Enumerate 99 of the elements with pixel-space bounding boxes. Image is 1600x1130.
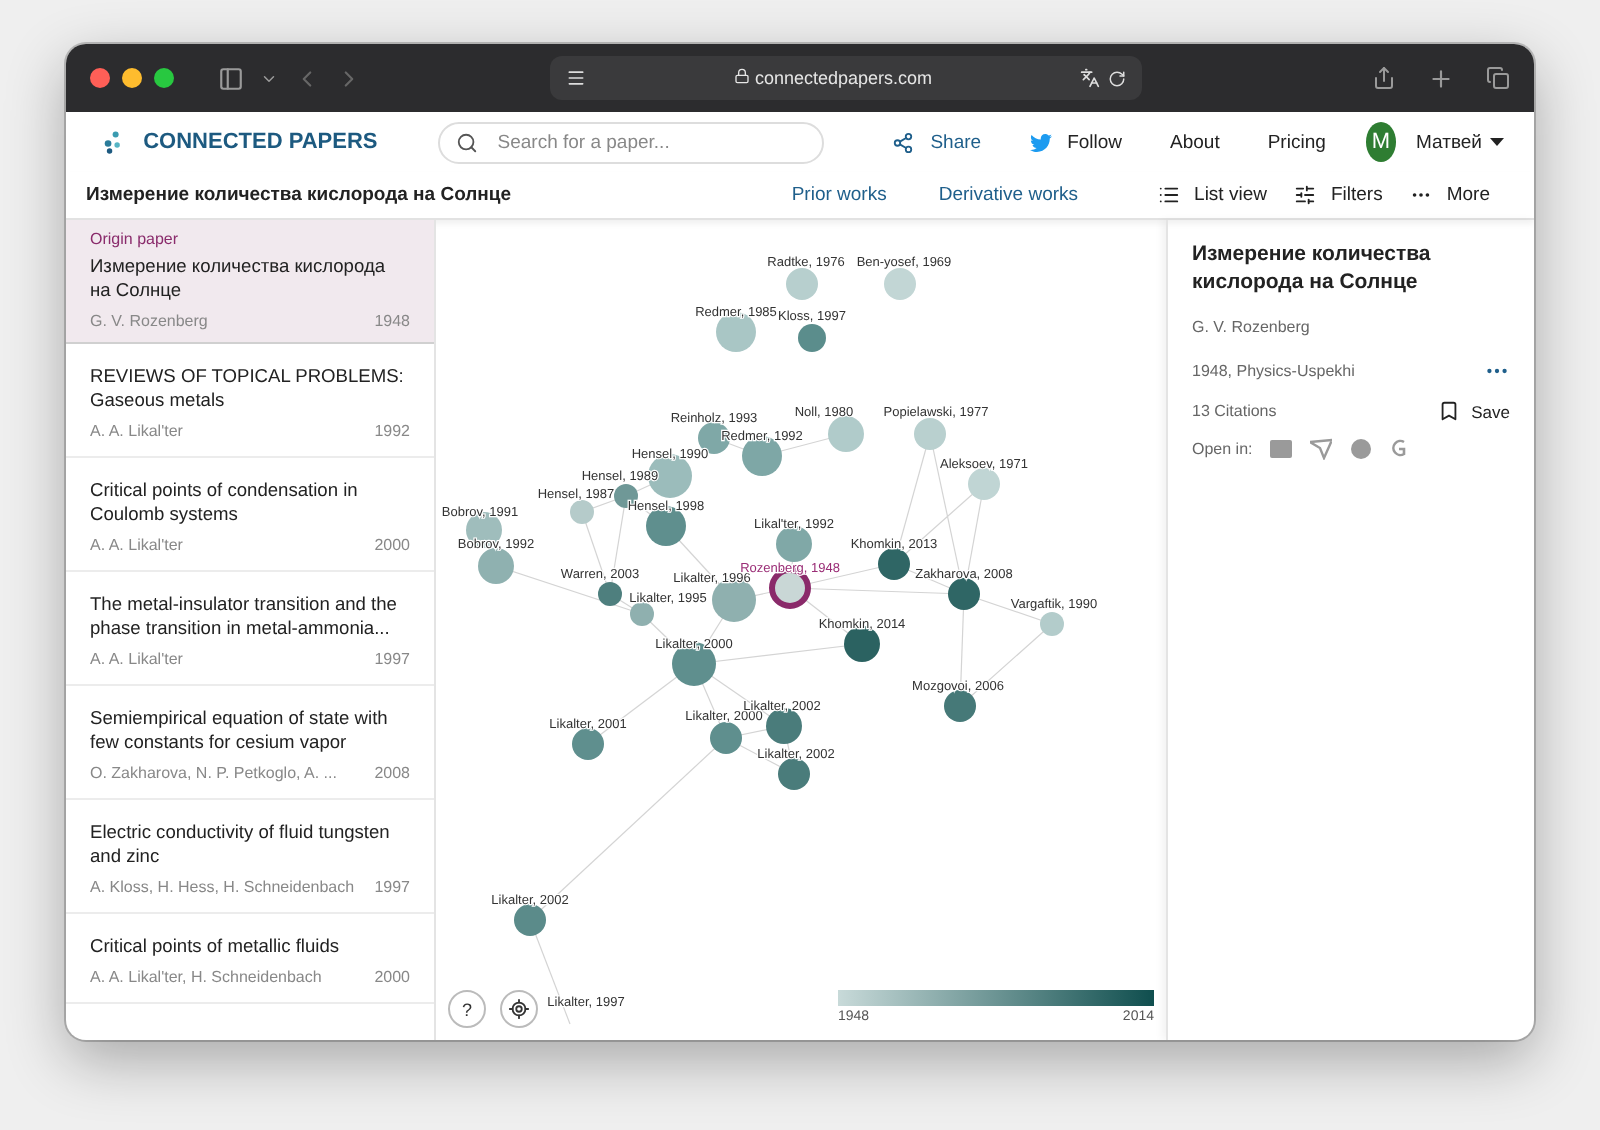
address-bar[interactable]: connectedpapers.com <box>550 56 1142 100</box>
paper-node[interactable] <box>1040 612 1064 636</box>
nav-link[interactable]: Pricing <box>1267 131 1326 153</box>
paper-list-item[interactable]: Semiempirical equation of state with few constants for cesium vapor O. Zakharova, N. P. Petkoglo, A. ... 2008 <box>66 686 434 800</box>
graph-tab[interactable]: Derivative works <box>938 184 1079 206</box>
paper-node[interactable] <box>778 758 810 790</box>
paper-year: 2000 <box>374 968 410 986</box>
paper-authors: A. A. Likal'ter <box>90 536 183 554</box>
paper-node[interactable] <box>944 690 976 722</box>
toolbar-button[interactable]: Filters <box>1294 184 1383 206</box>
bird-icon <box>1029 131 1052 153</box>
paper-item-title: REVIEWS OF TOPICAL PROBLEMS: Gaseous metals <box>90 364 406 412</box>
toolbar-button[interactable]: List view <box>1158 184 1267 206</box>
paper-list-item[interactable]: Critical points of metallic fluids A. A. Likal'ter, H. Schneidenbach 2000 <box>66 914 434 1004</box>
paper-item-title: Critical points of condensation in Coulomb systems <box>90 478 360 526</box>
search-icon <box>455 131 478 153</box>
close-button[interactable] <box>90 68 110 88</box>
paper-year: 1992 <box>374 422 410 440</box>
paper-year: 2000 <box>374 536 410 554</box>
paper-node[interactable] <box>570 500 594 524</box>
paper-list-item[interactable]: Critical points of condensation in Coulomb systems A. A. Likal'ter 2000 <box>66 458 434 572</box>
disc-icon[interactable] <box>1350 438 1373 460</box>
paper-node[interactable] <box>514 904 546 936</box>
logo-icon <box>102 126 124 158</box>
user-avatar[interactable]: M <box>1365 122 1397 162</box>
paper-authors: A. A. Likal'ter <box>90 650 183 668</box>
user-menu[interactable]: Матвей <box>1416 131 1506 153</box>
paper-authors: A. A. Likal'ter, H. Schneidenbach <box>90 968 322 986</box>
paper-node[interactable] <box>914 418 946 450</box>
share-icon[interactable] <box>1372 66 1396 90</box>
paper-node[interactable] <box>786 268 818 300</box>
lock-icon <box>733 68 750 84</box>
origin-tag: Origin paper <box>90 230 410 248</box>
paper-authors: A. A. Likal'ter <box>90 422 183 440</box>
bookmark-icon <box>1437 400 1460 422</box>
recenter-button[interactable] <box>500 990 538 1028</box>
paper-node[interactable] <box>478 548 514 584</box>
paper-list-item[interactable]: Origin paper Измерение количества кислорода на Солнце G. V. Rozenberg 1948 <box>66 220 434 344</box>
paper-item-title: Semiempirical equation of state with few constants for cesium vapor <box>90 706 390 754</box>
wing-icon[interactable] <box>1310 438 1333 460</box>
paper-item-title: Critical points of metallic fluids <box>90 934 342 958</box>
paper-node[interactable] <box>844 626 880 662</box>
paper-authors: A. Kloss, H. Hess, H. Schneidenbach <box>90 878 355 896</box>
paper-node[interactable] <box>630 602 654 626</box>
url-text: connectedpapers.com <box>754 68 933 88</box>
paper-year: 1997 <box>374 878 410 896</box>
reload-icon[interactable] <box>1108 69 1126 87</box>
caret-icon <box>1488 136 1506 148</box>
paper-node[interactable] <box>884 268 916 300</box>
paper-item-title: Electric conductivity of fluid tungsten and zinc <box>90 820 392 868</box>
nav-link[interactable]: Share <box>892 131 982 153</box>
new-tab-icon[interactable] <box>1428 65 1454 91</box>
detail-meta: 1948, Physics-Uspekhi <box>1192 362 1355 380</box>
help-button[interactable]: ? <box>448 990 486 1028</box>
sidebar-icon[interactable] <box>218 65 244 91</box>
paper-list-item[interactable]: Electric conductivity of fluid tungsten and zinc A. Kloss, H. Hess, H. Schneidenbach 1997 <box>66 800 434 914</box>
page-menu-icon[interactable] <box>566 68 586 88</box>
paper-node[interactable] <box>968 468 1000 500</box>
graph-tab[interactable]: Prior works <box>791 184 887 206</box>
minimize-button[interactable] <box>122 68 142 88</box>
document-icon[interactable] <box>1270 438 1293 460</box>
paper-node[interactable] <box>828 416 864 452</box>
save-button[interactable]: Save <box>1437 400 1510 422</box>
nav-link[interactable]: Follow <box>1029 131 1123 153</box>
paper-list-item[interactable]: The metal-insulator transition and the phase transition in metal-ammonia... A. A. Likal'ter 1997 <box>66 572 434 686</box>
paper-item-title: Измерение количества кислорода на Солнце <box>90 254 388 302</box>
paper-node[interactable] <box>776 526 812 562</box>
paper-authors: G. V. Rozenberg <box>90 312 208 330</box>
paper-item-title: The metal-insulator transition and the phase transition in metal-ammonia... <box>90 592 399 640</box>
search-field[interactable]: Search for a paper... <box>437 121 825 163</box>
paper-year: 2008 <box>374 764 410 782</box>
locate-icon <box>508 998 530 1020</box>
zoom-button[interactable] <box>154 68 174 88</box>
paper-node[interactable] <box>878 548 910 580</box>
paper-node[interactable] <box>598 582 622 606</box>
paper-node[interactable] <box>948 578 980 610</box>
translate-icon[interactable] <box>1080 68 1100 88</box>
detail-title: Измерение количества кислорода на Солнце <box>1192 240 1433 296</box>
paper-node[interactable] <box>710 722 742 754</box>
tabs-icon[interactable] <box>1486 66 1510 90</box>
paper-year: 1948 <box>374 312 410 330</box>
paper-year: 1997 <box>374 650 410 668</box>
detail-authors: G. V. Rozenberg <box>1192 318 1310 336</box>
share-icon <box>892 131 915 153</box>
paper-node[interactable] <box>766 708 802 744</box>
nav-link[interactable]: About <box>1170 131 1220 153</box>
paper-list-item[interactable]: REVIEWS OF TOPICAL PROBLEMS: Gaseous metals A. A. Likal'ter 1992 <box>66 344 434 458</box>
filters-icon <box>1294 184 1317 206</box>
paper-node[interactable] <box>798 324 826 352</box>
citation-count: 13 Citations <box>1192 402 1277 420</box>
hook-icon[interactable] <box>1390 438 1409 460</box>
search-input[interactable]: Search for a paper... <box>493 129 807 155</box>
paper-title: Измерение количества кислорода на Солнце <box>86 184 514 206</box>
paper-node[interactable] <box>572 728 604 760</box>
open-in-label: Open in: <box>1192 440 1253 458</box>
toolbar-button[interactable]: More <box>1410 184 1490 206</box>
logo-text[interactable]: CONNECTED PAPERS <box>143 130 378 154</box>
paper-authors: O. Zakharova, N. P. Petkoglo, A. ... <box>90 764 337 782</box>
list-icon <box>1158 184 1181 206</box>
